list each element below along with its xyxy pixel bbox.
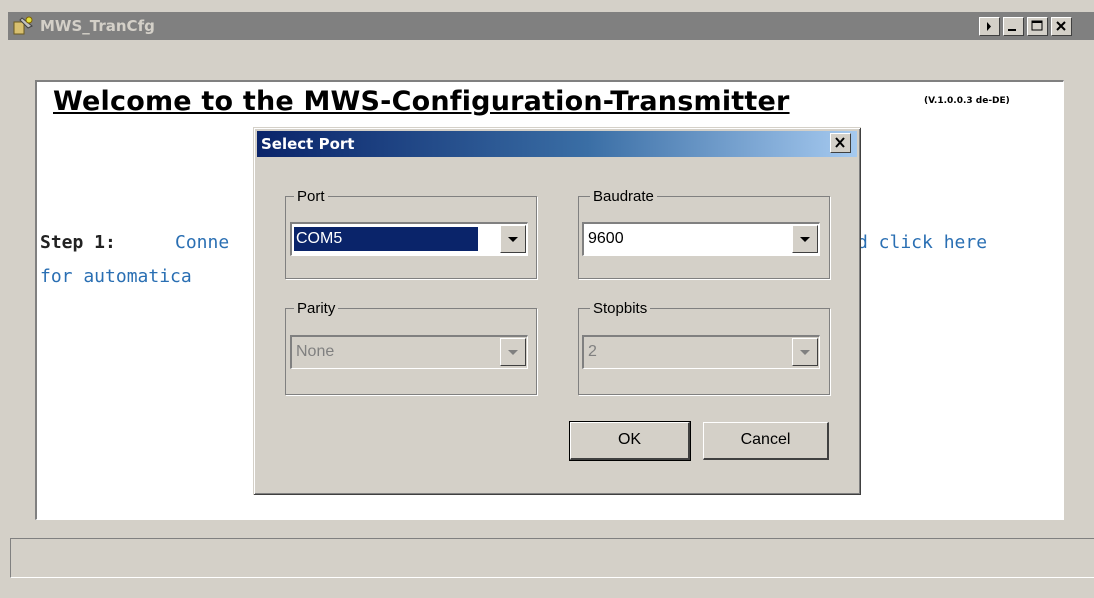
minimize-icon xyxy=(1008,29,1016,31)
port-dropdown-button[interactable] xyxy=(500,225,526,253)
baudrate-dropdown-button[interactable] xyxy=(792,225,818,253)
maximize-button[interactable] xyxy=(1027,17,1048,36)
baudrate-select-value: 9600 xyxy=(588,230,624,247)
baudrate-select[interactable]: 9600 xyxy=(582,222,820,256)
minimize-button[interactable] xyxy=(1003,17,1024,36)
cancel-button[interactable]: Cancel xyxy=(703,422,829,460)
step-link-text-end[interactable]: d click here xyxy=(857,232,987,253)
stopbits-select: 2 xyxy=(582,335,820,369)
window-title: MWS_TranCfg xyxy=(40,17,155,35)
stopbits-select-value: 2 xyxy=(588,343,597,360)
close-button[interactable] xyxy=(1051,17,1072,36)
chevron-down-icon xyxy=(800,350,810,355)
parity-group-label: Parity xyxy=(294,300,339,317)
port-group-label: Port xyxy=(294,188,328,205)
port-select[interactable]: COM5 xyxy=(290,222,528,256)
stopbits-group-label: Stopbits xyxy=(590,300,651,317)
app-icon xyxy=(13,16,33,35)
close-icon xyxy=(835,137,845,148)
ok-button[interactable]: OK xyxy=(569,421,691,461)
step-link-text-line2[interactable]: for automatica xyxy=(40,266,192,287)
step-label: Step 1: xyxy=(40,232,116,253)
parity-select: None xyxy=(290,335,528,369)
parity-select-value: None xyxy=(296,343,335,360)
arrow-button[interactable] xyxy=(979,17,1000,36)
close-icon xyxy=(1056,21,1066,31)
chevron-down-icon xyxy=(508,350,518,355)
arrow-right-icon xyxy=(987,22,991,31)
port-select-value: COM5 xyxy=(294,227,478,251)
dialog-title: Select Port xyxy=(261,135,355,153)
chevron-down-icon xyxy=(508,237,518,242)
version-label: (V.1.0.0.3 de-DE) xyxy=(924,96,1010,106)
dialog-close-button[interactable] xyxy=(830,133,851,153)
parity-dropdown-button xyxy=(500,338,526,366)
welcome-heading: Welcome to the MWS-Configuration-Transmi… xyxy=(53,86,790,117)
chevron-down-icon xyxy=(800,237,810,242)
title-bar[interactable] xyxy=(8,12,1094,40)
maximize-icon xyxy=(1031,20,1043,31)
stopbits-dropdown-button xyxy=(792,338,818,366)
baudrate-group-label: Baudrate xyxy=(590,188,657,205)
status-bar xyxy=(10,538,1094,578)
step-link-text[interactable]: Conne xyxy=(175,232,229,253)
